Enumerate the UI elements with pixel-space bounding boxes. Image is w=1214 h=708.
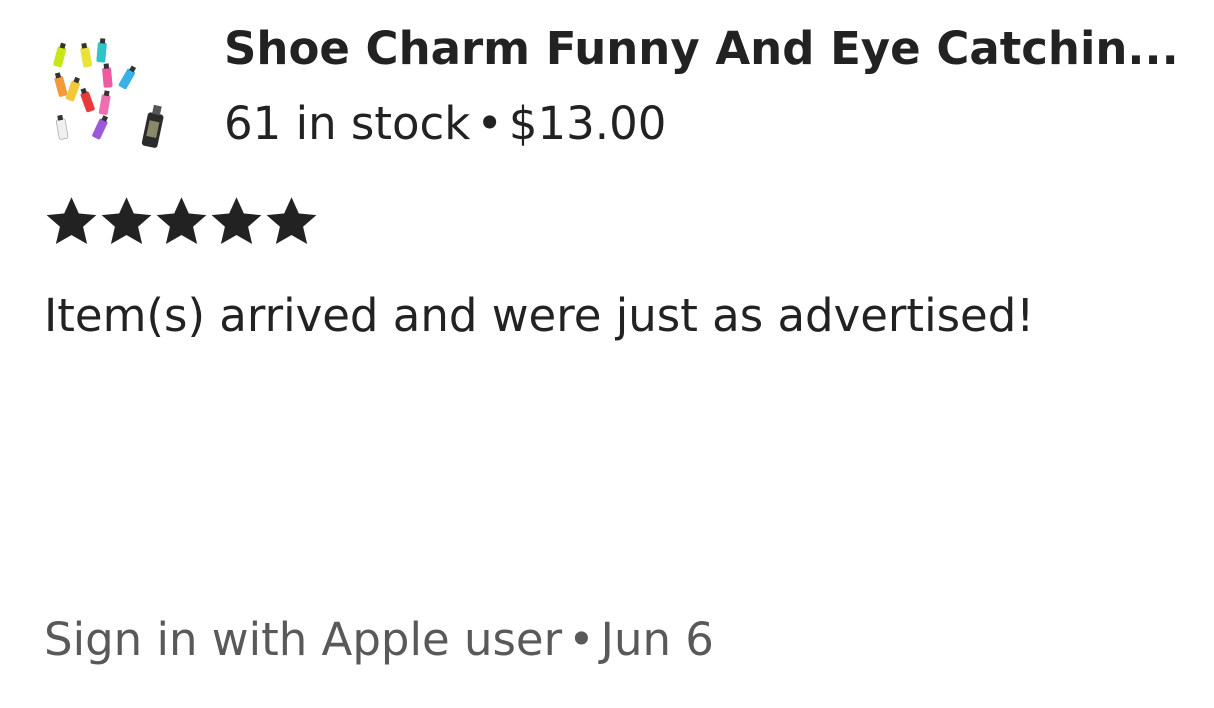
- listing-meta: 61 in stock • $13.00: [224, 95, 666, 153]
- byline-separator: •: [568, 613, 595, 666]
- listing-title[interactable]: Shoe Charm Funny And Eye Catchin...: [224, 20, 1194, 78]
- review-byline: Sign in with Apple user • Jun 6: [44, 610, 714, 670]
- stock-count: 61 in stock: [224, 97, 471, 150]
- star-icon: [101, 197, 152, 245]
- meta-separator: •: [476, 97, 503, 150]
- star-icon: [211, 197, 262, 245]
- product-thumbnail[interactable]: [44, 32, 184, 162]
- review-date: Jun 6: [600, 613, 714, 666]
- review-author: Sign in with Apple user: [44, 613, 563, 666]
- star-icon: [266, 197, 317, 245]
- star-rating: [46, 196, 317, 247]
- listing-price: $13.00: [508, 97, 667, 150]
- product-thumbnail-image: [53, 38, 164, 148]
- star-icon: [156, 197, 207, 245]
- star-icon: [46, 197, 97, 245]
- review-text: Item(s) arrived and were just as adverti…: [44, 289, 1035, 342]
